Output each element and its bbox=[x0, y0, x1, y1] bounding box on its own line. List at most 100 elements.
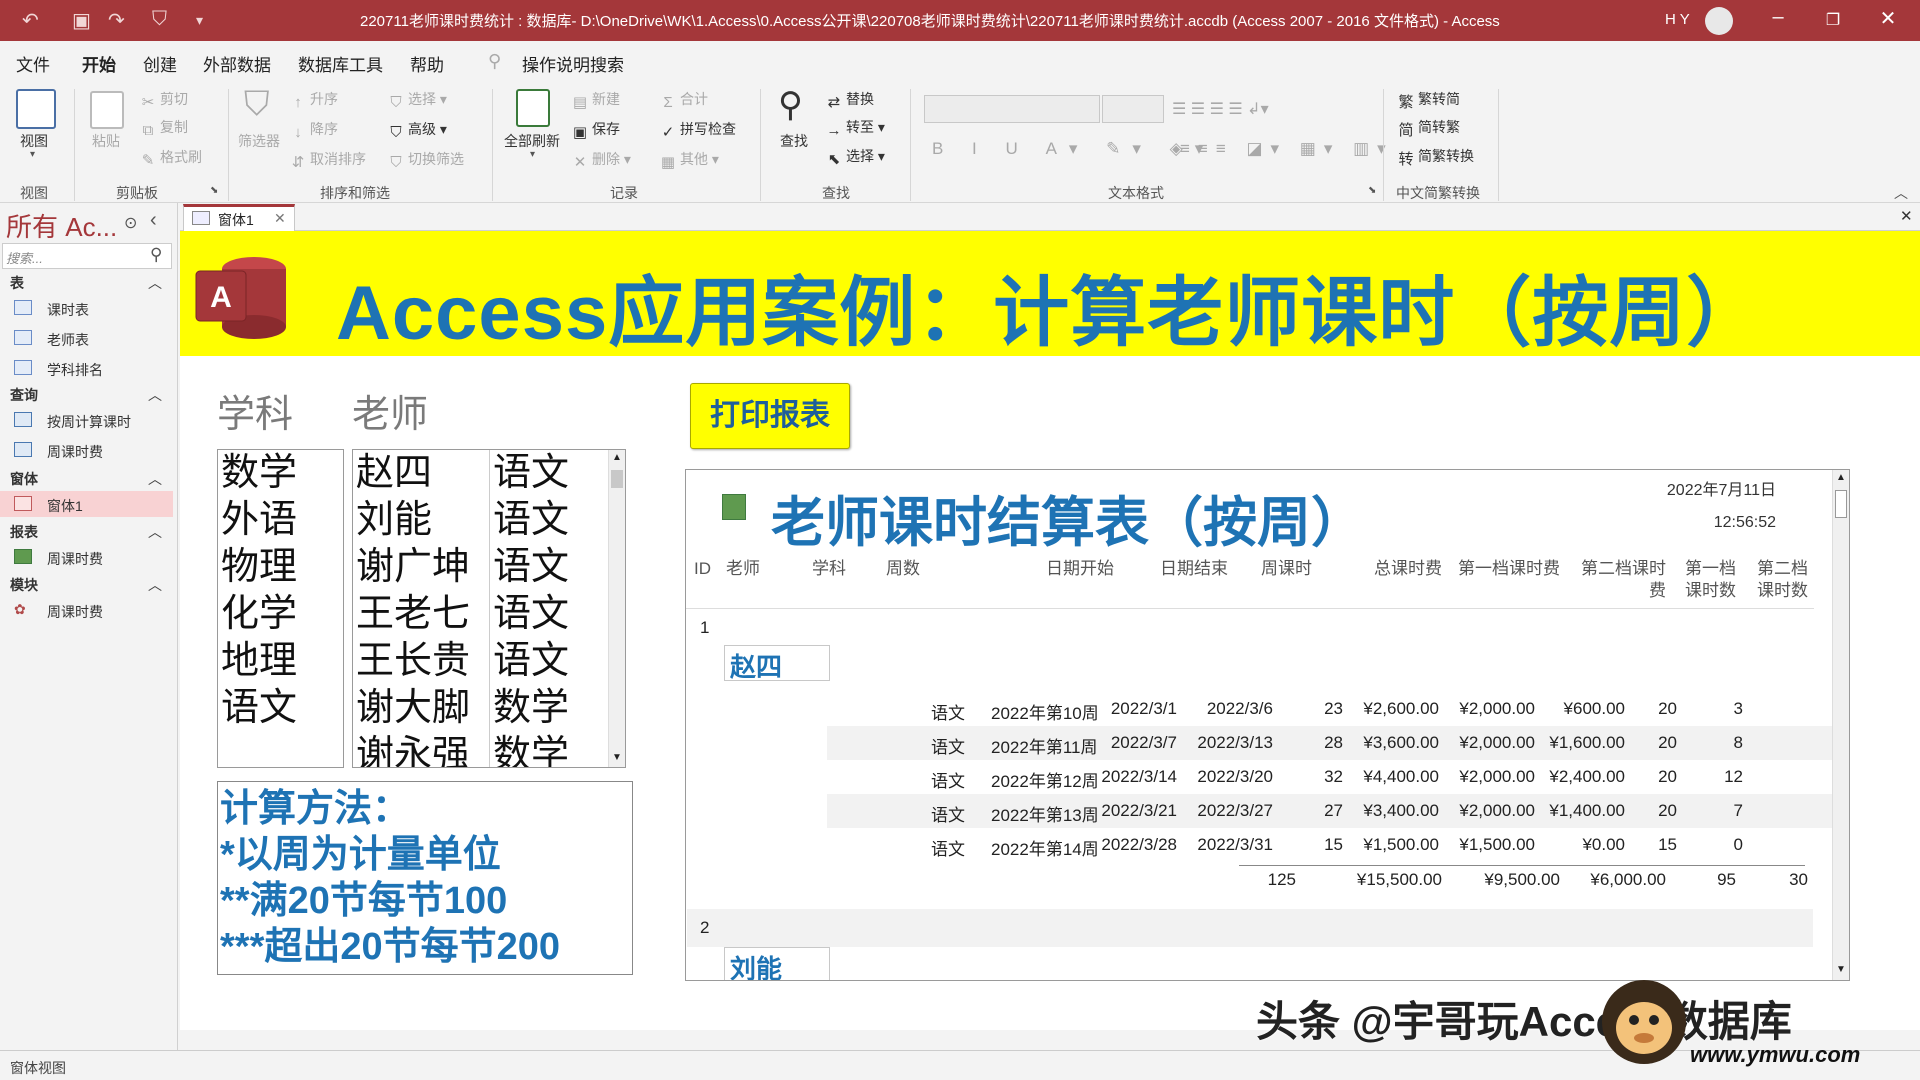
report-scrollbar[interactable]: ▲ ▼ bbox=[1832, 470, 1849, 980]
row-subject: 语文 bbox=[931, 772, 965, 791]
menu-create[interactable]: 创建 bbox=[143, 51, 177, 76]
table-icon bbox=[14, 360, 32, 375]
list-item[interactable]: 化学 bbox=[221, 591, 343, 638]
nav-section-reports[interactable]: 报表 bbox=[10, 522, 38, 542]
redo-icon[interactable]: ↷ bbox=[108, 8, 125, 33]
chevron-up-icon[interactable]: ︿ bbox=[148, 273, 162, 293]
report-subform[interactable]: 老师课时结算表（按周） 2022年7月11日 12:56:52 ID 老师 学科… bbox=[685, 469, 1850, 981]
subject-listbox[interactable]: 数学 外语 物理 化学 地理 语文 bbox=[217, 449, 344, 768]
table-row: 语文 2022年第14周 2022/3/28 2022/3/31 15 ¥1,500.00… bbox=[827, 828, 1849, 862]
select-button[interactable]: ⬉ 选择 ▾ bbox=[826, 146, 885, 168]
scroll-thumb[interactable] bbox=[611, 470, 623, 488]
teacher-listbox[interactable]: 赵四 语文 刘能 语文 谢广坤 语文 王老七 语文 王长贵 语文 谢大脚 数学 谢永强 数学 … bbox=[352, 449, 626, 768]
list-item[interactable]: 语文 bbox=[221, 685, 343, 732]
menu-external-data[interactable]: 外部数据 bbox=[203, 51, 271, 76]
menu-database-tools[interactable]: 数据库工具 bbox=[298, 51, 383, 76]
menu-file[interactable]: 文件 bbox=[16, 51, 50, 76]
nav-item-query[interactable]: 周课时费 bbox=[0, 437, 173, 463]
scroll-up-icon[interactable]: ▲ bbox=[1836, 472, 1846, 483]
group-label-text-format: 文本格式 bbox=[1108, 185, 1164, 201]
col-teacher: 老师 bbox=[726, 559, 760, 578]
nav-menu-icon[interactable]: ⊙ bbox=[124, 213, 137, 233]
scroll-down-icon[interactable]: ▼ bbox=[1836, 964, 1846, 975]
collapse-nav-icon[interactable]: ‹ bbox=[150, 209, 157, 232]
search-icon[interactable]: ⚲ bbox=[150, 245, 162, 265]
conversion-button[interactable]: 转简繁转换 bbox=[1398, 146, 1474, 168]
list-item[interactable]: 刘能 语文 bbox=[353, 497, 603, 544]
refresh-all-icon[interactable] bbox=[516, 89, 550, 127]
list-item[interactable]: 谢大脚 数学 bbox=[353, 685, 603, 732]
list-item[interactable]: 王老七 语文 bbox=[353, 591, 603, 638]
divider bbox=[74, 89, 75, 201]
nav-item-table[interactable]: 课时表 bbox=[0, 295, 173, 321]
group-id: 2 bbox=[700, 918, 710, 937]
close-document-icon[interactable]: ✕ bbox=[1900, 207, 1913, 225]
trad-to-simp-button[interactable]: 繁繁转简 bbox=[1398, 89, 1460, 111]
listbox-scrollbar[interactable]: ▲ ▼ bbox=[608, 450, 625, 767]
filter-icon[interactable]: ⛉ bbox=[152, 8, 167, 31]
save-record-button[interactable]: ▣ 保存 bbox=[572, 119, 620, 141]
list-item[interactable]: 赵四 语文 bbox=[353, 450, 603, 497]
nav-section-queries[interactable]: 查询 bbox=[10, 385, 38, 405]
user-name[interactable]: H Y bbox=[1665, 11, 1690, 28]
nav-item-module[interactable]: ✿ 周课时费 bbox=[0, 597, 173, 623]
tab-form1[interactable]: 窗体1 ✕ bbox=[183, 204, 295, 231]
nav-item-table[interactable]: 学科排名 bbox=[0, 355, 173, 381]
tell-me-search[interactable]: 操作说明搜索 bbox=[522, 51, 624, 76]
menu-home[interactable]: 开始 bbox=[82, 51, 116, 84]
undo-icon[interactable]: ↶ bbox=[22, 8, 39, 33]
tab-close-icon[interactable]: ✕ bbox=[274, 210, 286, 227]
spelling-button[interactable]: ✓ 拼写检查 bbox=[660, 119, 736, 141]
nav-item-report[interactable]: 周课时费 bbox=[0, 544, 173, 570]
nav-section-modules[interactable]: 模块 bbox=[10, 575, 38, 595]
chevron-up-icon[interactable]: ︿ bbox=[148, 385, 162, 405]
sort-desc-button: ↓ 降序 bbox=[290, 119, 338, 141]
chevron-up-icon[interactable]: ︿ bbox=[148, 522, 162, 542]
list-item[interactable]: 物理 bbox=[221, 544, 343, 591]
save-icon[interactable]: ▣ bbox=[72, 8, 91, 33]
goto-button[interactable]: → 转至 ▾ bbox=[826, 117, 885, 139]
replace-button[interactable]: ⇄ 替换 bbox=[826, 89, 874, 111]
delete-record-button: ✕ 删除 ▾ bbox=[573, 151, 631, 171]
scroll-down-icon[interactable]: ▼ bbox=[612, 752, 622, 763]
nav-search-input[interactable]: 搜索... bbox=[2, 243, 172, 269]
nav-item-table[interactable]: 老师表 bbox=[0, 325, 173, 351]
cursor-icon: ⬉ bbox=[827, 151, 841, 168]
restore-icon[interactable]: ❐ bbox=[1813, 10, 1853, 30]
chevron-up-icon[interactable]: ︿ bbox=[148, 575, 162, 595]
scroll-thumb[interactable] bbox=[1835, 490, 1847, 518]
list-item[interactable]: 王长贵 语文 bbox=[353, 638, 603, 685]
nav-header[interactable]: 所有 Ac... bbox=[6, 207, 117, 244]
view-button[interactable]: 视图 bbox=[20, 131, 48, 151]
dialog-launcher-icon[interactable]: ⬊ bbox=[210, 185, 218, 196]
close-icon[interactable]: ✕ bbox=[1868, 6, 1908, 31]
chevron-down-icon[interactable]: ▾ bbox=[30, 149, 35, 160]
list-item[interactable]: 谢永强 数学 bbox=[353, 732, 603, 767]
chevron-up-icon[interactable]: ︿ bbox=[148, 469, 162, 489]
nav-section-forms[interactable]: 窗体 bbox=[10, 469, 38, 489]
customize-qat-icon[interactable]: ▾ bbox=[196, 12, 203, 29]
simp-to-trad-button[interactable]: 简简转繁 bbox=[1398, 117, 1460, 139]
list-item[interactable]: 外语 bbox=[221, 497, 343, 544]
row-end-date: 2022/3/27 bbox=[1197, 801, 1273, 820]
view-icon[interactable] bbox=[16, 89, 56, 129]
menu-help[interactable]: 帮助 bbox=[410, 51, 444, 76]
list-item[interactable]: 谢广坤 语文 bbox=[353, 544, 603, 591]
minimize-icon[interactable]: – bbox=[1758, 6, 1798, 29]
advanced-filter-button[interactable]: ⛉ 高级 ▾ bbox=[388, 119, 447, 141]
list-item[interactable]: 数学 bbox=[221, 450, 343, 497]
nav-item-query[interactable]: 按周计算课时 bbox=[0, 407, 173, 433]
refresh-all-button[interactable]: 全部刷新 bbox=[504, 131, 560, 151]
find-button[interactable]: 查找 bbox=[780, 131, 808, 151]
avatar[interactable] bbox=[1705, 7, 1733, 35]
print-report-button[interactable]: 打印报表 bbox=[690, 383, 850, 449]
find-icon[interactable]: ⚲ bbox=[778, 85, 803, 125]
scroll-up-icon[interactable]: ▲ bbox=[612, 452, 622, 463]
nav-section-tables[interactable]: 表 bbox=[10, 273, 24, 293]
nav-item-form[interactable]: 窗体1 bbox=[0, 491, 173, 517]
chevron-down-icon[interactable]: ▾ bbox=[530, 149, 535, 160]
list-item[interactable]: 地理 bbox=[221, 638, 343, 685]
total-tier2-fee: ¥6,000.00 bbox=[1590, 870, 1666, 889]
row-tier1-hours: 15 bbox=[1658, 835, 1677, 854]
collapse-ribbon-icon[interactable]: ︿ bbox=[1894, 183, 1908, 203]
